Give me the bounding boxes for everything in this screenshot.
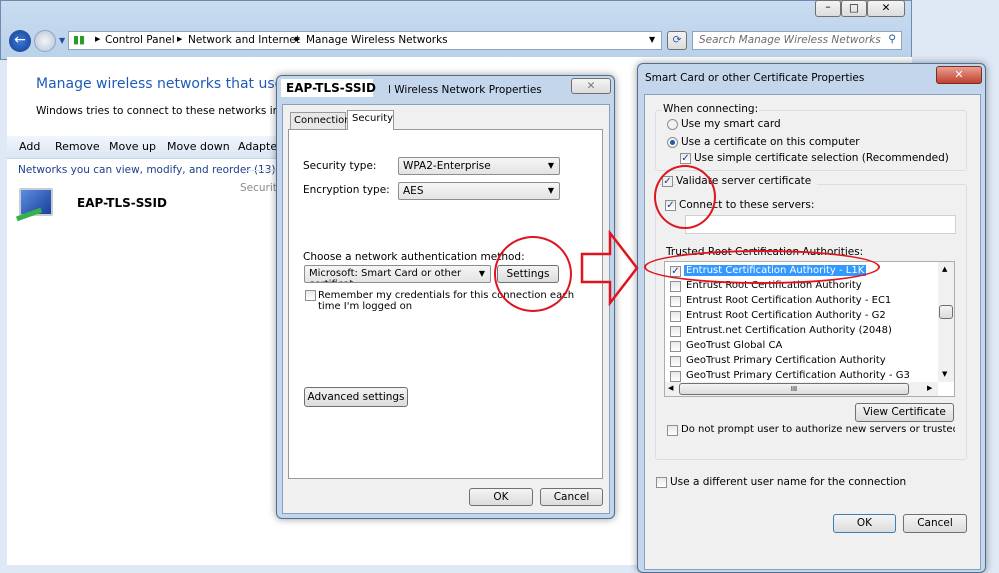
remove-button[interactable]: Remove — [55, 140, 100, 153]
network-list-item[interactable]: EAP-TLS-SSID Security — [14, 182, 283, 227]
security-type-select[interactable]: WPA2-Enterprise ▼ — [398, 157, 560, 175]
authority-name: Entrust Root Certification Authority - E… — [686, 295, 892, 306]
authority-name: GeoTrust Global CA — [686, 340, 783, 351]
tab-connection[interactable]: Connection — [290, 112, 351, 129]
authority-item[interactable]: Entrust Root Certification Authority - G… — [668, 310, 938, 324]
history-dropdown-icon[interactable]: ▼ — [59, 36, 65, 45]
address-dropdown-icon[interactable]: ▼ — [649, 35, 655, 44]
authority-item[interactable]: Entrust Root Certification Authority - E… — [668, 295, 938, 309]
cancel-button[interactable]: Cancel — [540, 488, 603, 506]
search-input[interactable]: Search Manage Wireless Networks ⚲ — [692, 31, 902, 50]
use-certificate-label: Use a certificate on this computer — [681, 136, 860, 148]
auth-method-select[interactable]: Microsoft: Smart Card or other certifica… — [304, 265, 491, 283]
page-title: Manage wireless networks that use (Wi — [36, 76, 311, 92]
authority-checkbox[interactable] — [670, 371, 681, 382]
dialog-title: l Wireless Network Properties — [388, 84, 542, 96]
vertical-scrollbar[interactable]: ▲ ▼ — [938, 262, 954, 382]
scroll-down-icon[interactable]: ▼ — [942, 370, 947, 378]
explorer-chrome — [0, 0, 912, 60]
authority-item[interactable]: Entrust.net Certification Authority (204… — [668, 325, 938, 339]
different-user-label: Use a different user name for the connec… — [670, 476, 907, 488]
authority-name: GeoTrust Primary Certification Authority — [686, 355, 886, 366]
encryption-type-label: Encryption type: — [303, 184, 390, 196]
do-not-prompt-checkbox[interactable] — [667, 425, 678, 436]
scroll-right-icon[interactable]: ▶ — [927, 384, 932, 392]
advanced-settings-button[interactable]: Advanced settings — [304, 387, 408, 407]
close-button[interactable]: ✕ — [571, 78, 611, 94]
annotation-circle-settings — [494, 236, 572, 312]
encryption-type-select[interactable]: AES ▼ — [398, 182, 560, 200]
maximize-button[interactable]: □ — [841, 0, 867, 17]
view-certificate-button[interactable]: View Certificate — [855, 403, 954, 422]
window-controls: – □ ✕ — [815, 0, 905, 18]
authority-name: Entrust.net Certification Authority (204… — [686, 325, 892, 336]
move-down-button[interactable]: Move down — [167, 140, 230, 153]
breadcrumb-network[interactable]: Network and Internet — [188, 34, 300, 46]
authority-item[interactable]: GeoTrust Global CA — [668, 340, 938, 354]
group-header: Networks you can view, modify, and reord… — [18, 164, 276, 176]
dialog-title-ssid: EAP-TLS-SSID — [286, 81, 376, 95]
authority-checkbox[interactable] — [670, 311, 681, 322]
breadcrumb-control-panel[interactable]: Control Panel — [105, 34, 175, 46]
different-user-checkbox[interactable] — [656, 477, 667, 488]
scroll-left-icon[interactable]: ◀ — [668, 384, 673, 392]
simple-selection-checkbox[interactable]: ✓ — [680, 153, 691, 164]
move-up-button[interactable]: Move up — [109, 140, 156, 153]
scroll-thumb[interactable] — [939, 305, 953, 319]
authority-item[interactable]: GeoTrust Primary Certification Authority — [668, 355, 938, 369]
breadcrumb-sep-icon: ▶ — [177, 35, 183, 43]
auth-method-label: Choose a network authentication method: — [303, 251, 525, 263]
remember-label-2: time I'm logged on — [318, 301, 413, 312]
back-button[interactable]: ← — [9, 30, 31, 52]
network-name: EAP-TLS-SSID — [77, 196, 167, 210]
dialog-title: Smart Card or other Certificate Properti… — [645, 72, 865, 84]
forward-button[interactable] — [34, 30, 56, 52]
close-button[interactable]: ✕ — [867, 0, 905, 17]
use-smart-card-radio[interactable] — [667, 119, 678, 130]
chevron-down-icon: ▼ — [547, 186, 554, 195]
page-subtitle: Windows tries to connect to these networ… — [36, 105, 310, 117]
chevron-down-icon: ▼ — [547, 161, 554, 170]
ok-button[interactable]: OK — [833, 514, 896, 533]
remember-credentials-checkbox[interactable] — [305, 290, 316, 301]
close-button[interactable]: ✕ — [936, 66, 982, 84]
scroll-up-icon[interactable]: ▲ — [942, 265, 947, 273]
annotation-ellipse-authority — [644, 250, 880, 284]
use-smart-card-label: Use my smart card — [681, 118, 781, 130]
breadcrumb-sep-icon: ▶ — [95, 35, 101, 43]
authority-name: Entrust Root Certification Authority - G… — [686, 310, 886, 321]
certificate-properties-dialog: Smart Card or other Certificate Properti… — [637, 63, 986, 573]
annotation-arrow-icon — [580, 230, 639, 306]
chevron-down-icon: ▼ — [478, 269, 485, 278]
authority-checkbox[interactable] — [670, 341, 681, 352]
hscroll-thumb[interactable]: III — [679, 383, 909, 395]
address-bar[interactable]: ▮▮ ▶ Control Panel ▶ Network and Interne… — [68, 31, 662, 50]
authority-checkbox[interactable] — [670, 326, 681, 337]
network-icon: ▮▮ — [73, 33, 86, 46]
use-certificate-radio[interactable] — [667, 137, 678, 148]
cancel-button[interactable]: Cancel — [903, 514, 967, 533]
wireless-properties-dialog: EAP-TLS-SSID l Wireless Network Properti… — [276, 75, 615, 519]
toolbar: Add Remove Move up Move down Adapter — [7, 136, 307, 159]
breadcrumb-sep-icon: ▶ — [295, 35, 301, 43]
minimize-button[interactable]: – — [815, 0, 841, 17]
simple-selection-label: Use simple certificate selection (Recomm… — [694, 152, 949, 164]
security-type-label: Security type: — [303, 160, 377, 172]
ok-button[interactable]: OK — [469, 488, 533, 506]
authority-name: GeoTrust Primary Certification Authority… — [686, 370, 910, 381]
authority-checkbox[interactable] — [670, 296, 681, 307]
add-button[interactable]: Add — [19, 140, 40, 153]
do-not-prompt-label: Do not prompt user to authorize new serv… — [681, 424, 955, 435]
servers-input[interactable] — [685, 215, 956, 234]
search-icon: ⚲ — [888, 33, 896, 45]
authority-checkbox[interactable] — [670, 281, 681, 292]
authority-checkbox[interactable] — [670, 356, 681, 367]
refresh-button[interactable]: ⟳ — [667, 31, 687, 50]
horizontal-scrollbar[interactable]: ◀ III ▶ — [665, 382, 938, 396]
when-connecting-label: When connecting: — [662, 103, 760, 115]
breadcrumb-wireless[interactable]: Manage Wireless Networks — [306, 34, 448, 46]
annotation-circle-validate — [654, 165, 716, 229]
tab-security[interactable]: Security — [347, 110, 394, 130]
